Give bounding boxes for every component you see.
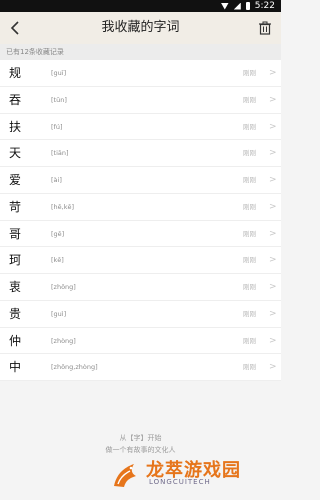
signal-icon	[233, 2, 241, 10]
record-count: 已有12条收藏记录	[0, 44, 281, 60]
item-time: 刚刚	[243, 229, 256, 238]
item-time: 刚刚	[243, 122, 256, 131]
item-time: 刚刚	[243, 69, 256, 77]
item-pinyin: [zhōng,zhòng]	[51, 363, 98, 372]
item-pinyin: [fú]	[51, 122, 63, 131]
footer: 从【字】开始 做一个有故事的文化人 龙萃游戏园 LONGCUITECH	[0, 428, 281, 500]
chevron-right-icon: >	[269, 121, 277, 132]
item-pinyin: [kē]	[51, 256, 64, 265]
item-pinyin: [hē,kē]	[51, 202, 75, 211]
chevron-right-icon: >	[269, 148, 277, 159]
item-character: 哥	[9, 226, 22, 241]
item-time: 刚刚	[243, 176, 256, 184]
back-button[interactable]	[4, 16, 28, 40]
chevron-right-icon: >	[269, 201, 277, 212]
list-item[interactable]: 吞 [tūn] 刚刚 >	[0, 87, 281, 114]
list-item[interactable]: 中 [zhōng,zhòng] 刚刚 >	[0, 354, 281, 381]
list-item[interactable]: 衷 [zhōng] 刚刚 >	[0, 274, 281, 301]
item-time: 刚刚	[243, 95, 256, 104]
status-time: 5:22	[254, 1, 275, 11]
item-character: 苛	[9, 199, 22, 214]
item-character: 扶	[9, 119, 22, 134]
item-time: 刚刚	[243, 309, 256, 318]
item-time: 刚刚	[243, 336, 256, 345]
item-character: 贵	[9, 306, 22, 321]
item-character: 中	[9, 360, 22, 375]
battery-icon	[245, 2, 250, 10]
item-time: 刚刚	[243, 363, 256, 372]
item-character: 衷	[9, 280, 22, 294]
chevron-right-icon: >	[269, 175, 277, 185]
trash-icon	[259, 21, 271, 35]
footer-line-1: 从【字】开始	[119, 434, 162, 442]
list-item[interactable]: 爱 [ài] 刚刚 >	[0, 167, 281, 194]
wifi-icon	[220, 2, 229, 10]
list-item[interactable]: 苛 [hē,kē] 刚刚 >	[0, 194, 281, 221]
item-pinyin: [guì]	[51, 309, 67, 318]
list-item[interactable]: 扶 [fú] 刚刚 >	[0, 114, 281, 141]
chevron-right-icon: >	[269, 94, 277, 105]
list-item[interactable]: 哥 [gē] 刚刚 >	[0, 221, 281, 248]
list-item[interactable]: 规 [guī] 刚刚 >	[0, 60, 281, 87]
watermark: 龙萃游戏园 LONGCUITECH	[106, 454, 278, 492]
item-pinyin: [tūn]	[51, 95, 67, 104]
list-item[interactable]: 贵 [guì] 刚刚 >	[0, 301, 281, 328]
chevron-right-icon: >	[269, 335, 277, 346]
chevron-right-icon: >	[269, 308, 277, 319]
page-title: 我收藏的字词	[101, 20, 180, 35]
item-character: 规	[9, 66, 22, 80]
item-pinyin: [tiān]	[51, 149, 69, 158]
list-item[interactable]: 珂 [kē] 刚刚 >	[0, 247, 281, 274]
item-character: 爱	[9, 173, 22, 187]
status-bar: 5:22	[0, 0, 281, 12]
item-pinyin: [gē]	[51, 229, 65, 238]
item-pinyin: [zhōng]	[51, 283, 76, 291]
item-character: 仲	[9, 333, 22, 348]
item-time: 刚刚	[243, 149, 256, 158]
dragon-logo-icon	[114, 464, 136, 487]
chevron-right-icon: >	[269, 362, 277, 373]
chevron-right-icon: >	[269, 255, 277, 266]
watermark-sub: LONGCUITECH	[149, 478, 211, 486]
chevron-right-icon: >	[269, 228, 277, 239]
item-character: 珂	[9, 253, 22, 268]
list-item[interactable]: 仲 [zhòng] 刚刚 >	[0, 328, 281, 355]
item-character: 天	[9, 146, 22, 161]
item-pinyin: [ài]	[51, 176, 62, 184]
item-pinyin: [guī]	[51, 69, 67, 77]
chevron-right-icon: >	[269, 68, 277, 78]
item-character: 吞	[9, 92, 22, 107]
item-time: 刚刚	[243, 256, 256, 265]
list-item[interactable]: 天 [tiān] 刚刚 >	[0, 140, 281, 167]
item-time: 刚刚	[243, 202, 256, 211]
chevron-left-icon	[10, 21, 19, 35]
delete-button[interactable]	[255, 18, 275, 38]
favorites-list: 规 [guī] 刚刚 > 吞 [tūn] 刚刚 > 扶 [fú] 刚刚 > 天 …	[0, 60, 281, 381]
app-bar: 我收藏的字词	[0, 12, 281, 45]
item-pinyin: [zhòng]	[51, 336, 76, 345]
chevron-right-icon: >	[269, 282, 277, 292]
item-time: 刚刚	[243, 283, 256, 291]
